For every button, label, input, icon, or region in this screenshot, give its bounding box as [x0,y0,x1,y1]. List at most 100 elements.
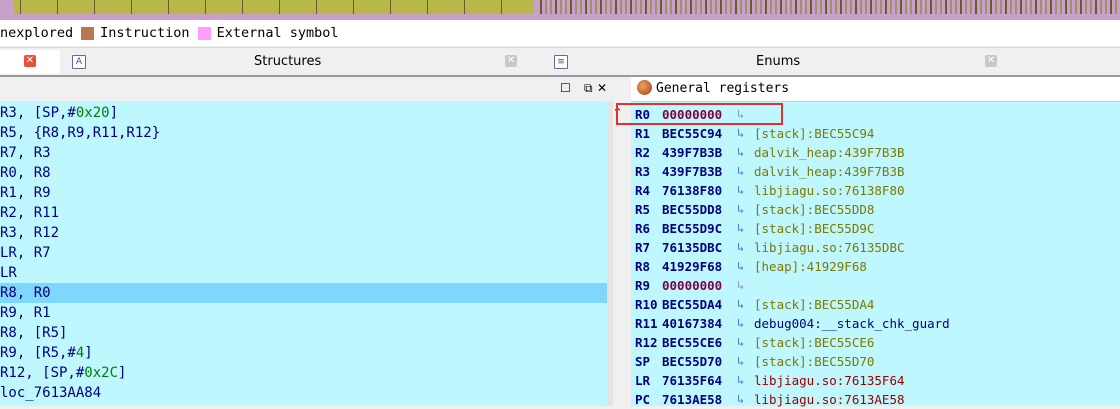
jump-arrow-icon[interactable]: ↳ [737,276,744,295]
code-operands: R8, R0 [0,285,51,301]
register-value[interactable]: BEC55D70 [662,352,722,371]
register-row[interactable]: R4 76138F80 ↳ libjiagu.so:76138F80 [631,181,1120,200]
navigation-band[interactable] [0,0,1120,20]
register-row[interactable]: R6 BEC55D9C ↳ [stack]:BEC55D9C [631,219,1120,238]
code-line[interactable]: LR [0,263,607,283]
register-row[interactable]: R5 BEC55DD8 ↳ [stack]:BEC55DD8 [631,200,1120,219]
jump-arrow-icon[interactable]: ↳ [737,352,744,371]
jump-arrow-icon[interactable]: ↳ [737,333,744,352]
jump-arrow-icon[interactable]: ↳ [737,371,744,390]
register-value[interactable]: BEC55CE6 [662,333,722,352]
float-icon[interactable]: ⧉ [584,81,593,96]
register-value[interactable]: 76135F64 [662,371,722,390]
register-row[interactable]: R1 BEC55C94 ↳ [stack]:BEC55C94 [631,124,1120,143]
jump-arrow-icon[interactable]: ↳ [737,181,744,200]
tab-ida-view[interactable]: ✕ [0,50,60,74]
code-line[interactable]: LR, R7 [0,243,607,263]
register-row[interactable]: R9 00000000 ↳ [631,276,1120,295]
nav-band-segment [915,0,917,14]
register-row[interactable]: R2 439F7B3B ↳ dalvik_heap:439F7B3B [631,143,1120,162]
register-value[interactable]: 76138F80 [662,181,722,200]
register-target[interactable]: [stack]:BEC55C94 [754,124,874,143]
register-target[interactable]: libjiagu.so:7613AE58 [754,390,905,409]
register-row[interactable]: R12 BEC55CE6 ↳ [stack]:BEC55CE6 [631,333,1120,352]
register-target[interactable]: [stack]:BEC55D70 [754,352,874,371]
nav-band-segment [835,0,837,14]
jump-arrow-icon[interactable]: ↳ [737,143,744,162]
register-target[interactable]: [heap]:41929F68 [754,257,867,276]
register-value[interactable]: 439F7B3B [662,143,722,162]
jump-arrow-icon[interactable]: ↳ [737,124,744,143]
nav-band-segment [635,0,637,14]
jump-arrow-icon[interactable]: ↳ [737,295,744,314]
jump-arrow-icon[interactable]: ↳ [737,162,744,181]
code-line[interactable]: R7, R3 [0,143,607,163]
jump-arrow-icon[interactable]: ↳ [737,390,744,409]
code-line[interactable]: R0, R8 [0,163,607,183]
tab-enums[interactable]: ≡ Enums ✕ [540,50,1010,74]
register-target[interactable]: libjiagu.so:76135DBC [754,238,905,257]
code-line[interactable]: R9, R1 [0,303,607,323]
jump-arrow-icon[interactable]: ↳ [737,219,744,238]
code-line[interactable]: R9, [R5,#4] [0,343,607,363]
register-value[interactable]: BEC55C94 [662,124,722,143]
register-row[interactable]: R3 439F7B3B ↳ dalvik_heap:439F7B3B [631,162,1120,181]
register-value[interactable]: 76135DBC [662,238,722,257]
register-target[interactable]: dalvik_heap:439F7B3B [754,162,905,181]
register-value[interactable]: 00000000 [662,276,722,295]
register-value[interactable]: 7613AE58 [662,390,722,409]
register-target[interactable]: libjiagu.so:76138F80 [754,181,905,200]
nav-band-segment [1075,0,1077,14]
code-line[interactable]: R8, R0 [0,283,607,303]
register-target[interactable]: debug004:__stack_chk_guard [754,314,950,333]
register-target[interactable]: dalvik_heap:439F7B3B [754,143,905,162]
nav-band-segment [590,0,592,14]
code-line[interactable]: R5, {R8,R9,R11,R12} [0,123,607,143]
nav-band-segment [605,0,607,14]
register-value[interactable]: BEC55D9C [662,219,722,238]
code-line[interactable]: R1, R9 [0,183,607,203]
code-line[interactable]: R12, [SP,#0x2C] [0,363,607,383]
close-icon[interactable]: ✕ [597,81,607,95]
register-value[interactable]: BEC55DA4 [662,295,722,314]
bug-icon [637,80,652,95]
register-value[interactable]: 41929F68 [662,257,722,276]
register-target[interactable]: [stack]:BEC55CE6 [754,333,874,352]
code-line[interactable]: loc_7613AA84 [0,383,607,403]
close-icon[interactable]: ✕ [505,55,517,67]
tab-structures[interactable]: A Structures ✕ [62,50,532,74]
pane-divider[interactable] [613,77,631,406]
code-operands-tail: ] [118,365,127,381]
register-target[interactable]: [stack]:BEC55DD8 [754,200,874,219]
register-row[interactable]: R8 41929F68 ↳ [heap]:41929F68 [631,257,1120,276]
code-line[interactable]: R2, R11 [0,203,607,223]
register-row[interactable]: R7 76135DBC ↳ libjiagu.so:76135DBC [631,238,1120,257]
disassembly-view[interactable]: R3, [SP,#0x20] R5, {R8,R9,R11,R12} R7, R3 R… [0,101,607,406]
close-icon[interactable]: ✕ [24,55,36,67]
code-operands-tail: ] [84,345,93,361]
nav-band-segment [860,0,862,14]
jump-arrow-icon[interactable]: ↳ [737,314,744,333]
registers-view[interactable]: R0 00000000 ↳ R1 BEC55C94 ↳ [stack]:BEC55C94 R2… [631,102,1120,409]
close-icon[interactable]: ✕ [985,55,997,67]
register-row[interactable]: R11 40167384 ↳ debug004:__stack_chk_guard [631,314,1120,333]
register-value[interactable]: BEC55DD8 [662,200,722,219]
code-line[interactable]: R3, [SP,#0x20] [0,103,607,123]
restore-icon[interactable]: ☐ [560,81,571,95]
register-name: R4 [635,183,651,198]
register-value[interactable]: 40167384 [662,314,722,333]
register-row[interactable]: R10 BEC55DA4 ↳ [stack]:BEC55DA4 [631,295,1120,314]
register-row[interactable]: SP BEC55D70 ↳ [stack]:BEC55D70 [631,352,1120,371]
register-row[interactable]: PC 7613AE58 ↳ libjiagu.so:7613AE58 [631,390,1120,409]
register-row[interactable]: LR 76135F64 ↳ libjiagu.so:76135F64 [631,371,1120,390]
register-target[interactable]: [stack]:BEC55D9C [754,219,874,238]
nav-band-segment [730,0,732,14]
code-line[interactable]: R8, [R5] [0,323,607,343]
register-target[interactable]: [stack]:BEC55DA4 [754,295,874,314]
jump-arrow-icon[interactable]: ↳ [737,238,744,257]
jump-arrow-icon[interactable]: ↳ [737,200,744,219]
register-value[interactable]: 439F7B3B [662,162,722,181]
register-target[interactable]: libjiagu.so:76135F64 [754,371,905,390]
jump-arrow-icon[interactable]: ↳ [737,257,744,276]
code-line[interactable]: R3, R12 [0,223,607,243]
